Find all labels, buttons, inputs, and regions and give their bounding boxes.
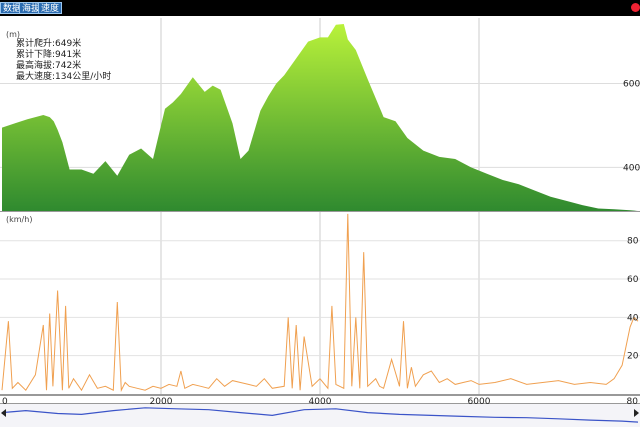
speed-y-tick-label: 60: [627, 275, 639, 285]
overview-navigator[interactable]: [0, 404, 640, 427]
speed-y-tick-label: 80: [627, 237, 639, 247]
stat-total-descent: 累计下降:941米: [16, 48, 81, 60]
stat-total-climb: 累计爬升:649米: [16, 37, 81, 49]
speed-y-tick-label: 40: [627, 313, 639, 323]
chart-window: 数据 海拔 速度 400 600 20 40 60 80 0 2000 4000 6000 80 …: [0, 0, 640, 427]
elevation-unit-label: (m): [6, 30, 20, 39]
chart-canvas: 400600 204060800 2000 4000 6000 80 (m) 累计爬升:…: [0, 16, 640, 427]
speed-y-tick-label: 20: [627, 352, 639, 362]
elevation-y-tick-label: 400: [623, 163, 640, 173]
elevation-y-tick-label: 600: [623, 80, 640, 90]
stat-max-speed: 最大速度:134公里/小时: [16, 70, 111, 82]
stat-max-altitude: 最高海拔:742米: [16, 59, 81, 71]
speed-unit-label: (km/h): [6, 215, 32, 224]
overview-background: [0, 404, 640, 427]
